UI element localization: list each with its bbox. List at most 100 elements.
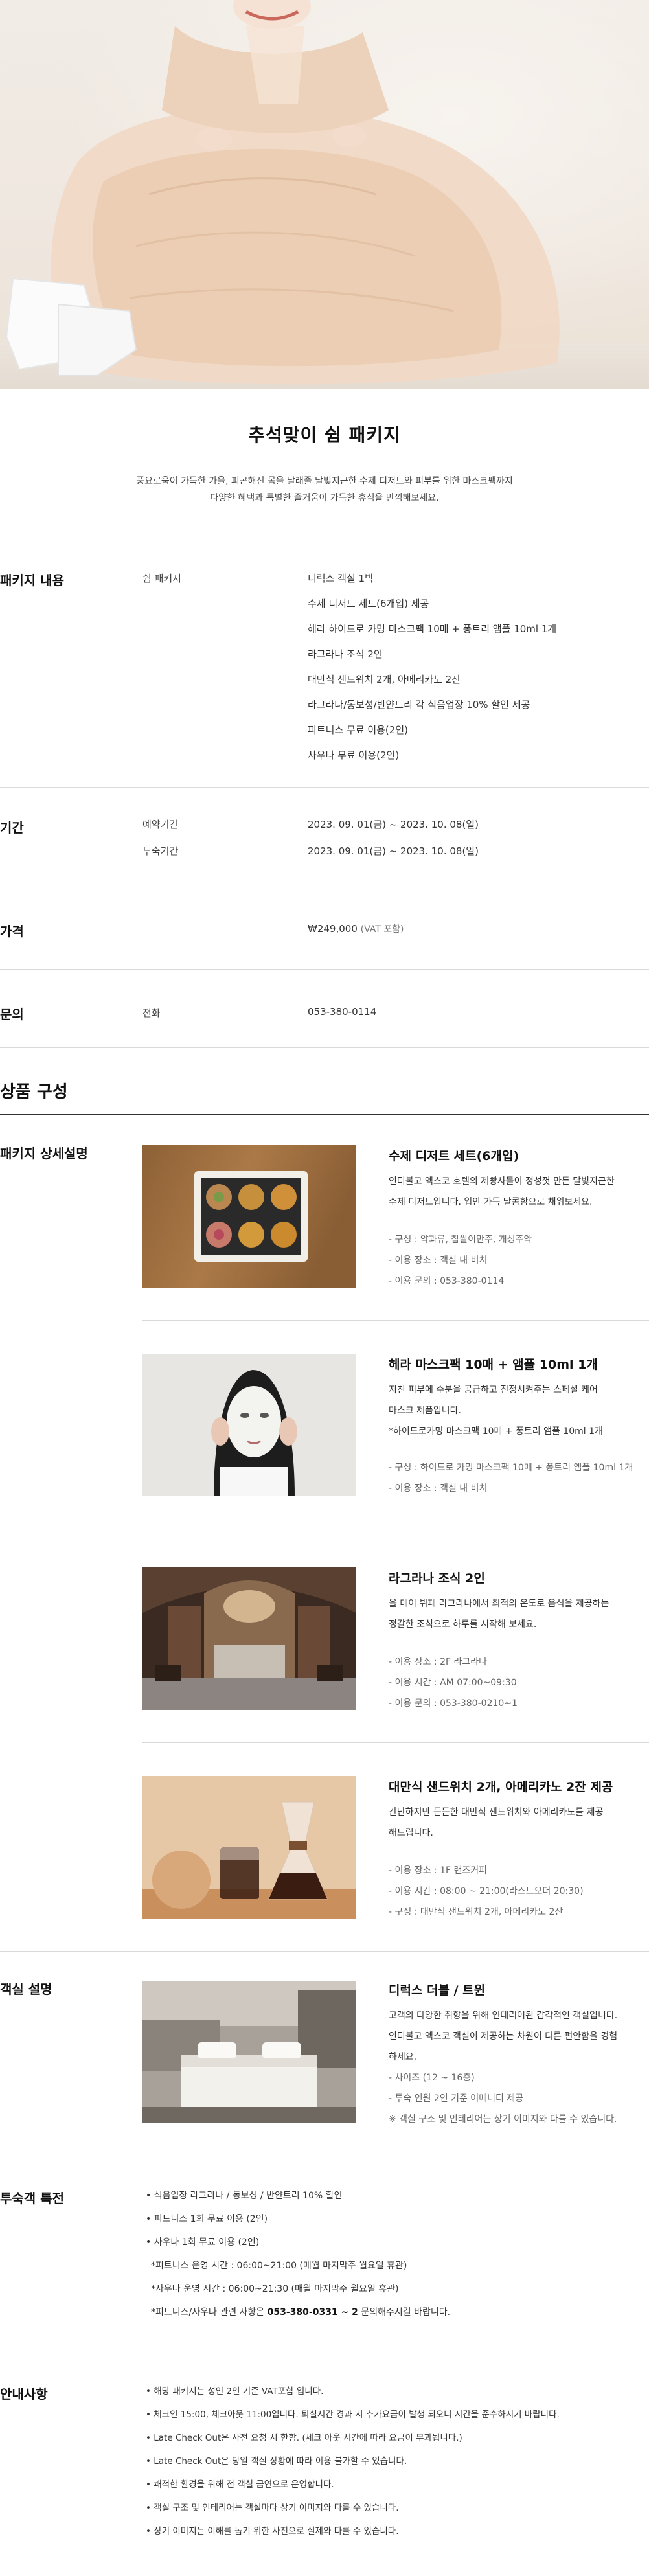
hanbok-model-illustration: [5, 0, 560, 385]
benefit-contact-number: 053-380-0331 ~ 2: [267, 2307, 358, 2318]
notice-list: • 해당 패키지는 성인 2인 기준 VAT포함 입니다. • 체크인 15:0…: [146, 2380, 649, 2543]
divider: [0, 969, 649, 970]
product-desc: 올 데이 뷔페 라그라나에서 최적의 온도로 음식을 제공하는 정갈한 조식으로…: [389, 1593, 649, 1635]
package-item: 라그라나 조식 2인: [308, 648, 383, 660]
notice-item: • Late Check Out은 당일 객실 상황에 따라 이용 불가할 수 …: [146, 2456, 407, 2467]
divider: [0, 787, 649, 788]
product-details: - 구성 : 하이드로 카밍 마스크팩 10매 + 퐁트리 앰플 10ml 1개…: [389, 1457, 649, 1499]
product-desc-line: 올 데이 뷔페 라그라나에서 최적의 온도로 음식을 제공하는: [389, 1599, 609, 1609]
notice-item: • 쾌적한 환경을 위해 전 객실 금연으로 운영합니다.: [146, 2479, 334, 2490]
package-sub-label: 쉼 패키지: [142, 573, 181, 584]
benefit-item: • 사우나 1회 무료 이용 (2인): [146, 2237, 260, 2248]
product-detail-line: - 이용 시간 : 08:00 ~ 21:00(라스트오더 20:30): [389, 1886, 584, 1897]
product-desc: 인터불고 엑스코 호텔의 제빵사들이 정성껏 만든 달빛지근한 수제 디저트입니…: [389, 1171, 649, 1213]
benefit-contact-suffix: 문의해주시길 바랍니다.: [358, 2307, 451, 2318]
notice-item: • 상기 이미지는 이해를 돕기 위한 사진으로 실제와 다를 수 있습니다.: [146, 2526, 399, 2536]
product-title: 헤라 마스크팩 10매 + 앰플 10ml 1개: [389, 1358, 598, 1372]
mask-pack-image: [142, 1354, 356, 1496]
product-detail-line: - 이용 문의 : 053-380-0210~1: [389, 1698, 518, 1709]
price-value: ₩249,000 (VAT 포함): [308, 922, 404, 935]
page-title: 추석맞이 쉼 패키지: [248, 424, 401, 446]
room-desc-line: 인터불고 엑스코 객실이 제공하는 차원이 다른 편안함을 경험: [389, 2031, 618, 2042]
product-title: 대만식 샌드위치 2개, 아메리카노 2잔 제공: [389, 1780, 613, 1794]
price-vat: (VAT 포함): [360, 924, 404, 935]
stay-period-label: 투숙기간: [142, 845, 179, 857]
product-detail-line: - 이용 장소 : 2F 라그라나: [389, 1657, 488, 1667]
product-detail-line: - 이용 시간 : AM 07:00~09:30: [389, 1678, 517, 1688]
product-detail-line: - 구성 : 약과류, 찹쌀이만주, 개성주악: [389, 1235, 532, 1245]
benefit-item: • 피트니스 1회 무료 이용 (2인): [146, 2214, 268, 2224]
room-detail-line: ※ 객실 구조 및 인테리어는 상기 이미지와 다를 수 있습니다.: [389, 2114, 617, 2125]
divider: [0, 1951, 649, 1952]
title-block: 추석맞이 쉼 패키지 풍요로움이 가득한 가을, 피곤해진 몸을 달래줄 달빛지…: [0, 389, 649, 536]
product-desc-line: 인터불고 엑스코 호텔의 제빵사들이 정성껏 만든 달빛지근한: [389, 1176, 615, 1187]
product-desc: 간단하지만 든든한 대만식 샌드위치와 아메리카노를 제공 해드립니다.: [389, 1802, 649, 1843]
hero-image: [0, 0, 649, 389]
product-title: 라그라나 조식 2인: [389, 1571, 485, 1586]
divider: [142, 1320, 649, 1321]
inquiry-phone: 053-380-0114: [308, 1006, 377, 1018]
package-label: 패키지 내용: [0, 573, 64, 588]
room-detail-line: - 투숙 인원 2인 기준 어메니티 제공: [389, 2093, 524, 2104]
package-detail-label: 패키지 상세설명: [0, 1146, 88, 1161]
room-desc-line: 고객의 다양한 취향을 위해 인테리어된 감각적인 객실입니다.: [389, 2011, 618, 2021]
coffee-image: [142, 1776, 356, 1919]
room-desc: 고객의 다양한 취향을 위해 인테리어된 감각적인 객실입니다. 인터불고 엑스…: [389, 2005, 649, 2068]
benefit-note: *피트니스 운영 시간 : 06:00~21:00 (매월 마지막주 월요일 휴…: [151, 2261, 407, 2271]
benefits-list: • 식음업장 라그라나 / 동보성 / 반얀트리 10% 할인 • 피트니스 1…: [146, 2184, 649, 2324]
room-label: 객실 설명: [0, 1981, 52, 1997]
benefit-contact-prefix: *피트니스/사우나 관련 사항은: [151, 2307, 268, 2318]
product-details: - 구성 : 약과류, 찹쌀이만주, 개성주악 - 이용 장소 : 객실 내 비…: [389, 1229, 649, 1292]
inquiry-sub-label: 전화: [142, 1007, 161, 1019]
product-detail-line: - 구성 : 대만식 샌드위치 2개, 아메리카노 2잔: [389, 1907, 564, 1917]
divider: [142, 1742, 649, 1743]
package-item: 수제 디저트 세트(6개입) 제공: [308, 598, 429, 610]
product-desc-line: 지친 피부에 수분을 공급하고 진정시켜주는 스페셜 케어: [389, 1385, 598, 1395]
notice-item: • 객실 구조 및 인테리어는 객실마다 상기 이미지와 다를 수 있습니다.: [146, 2503, 399, 2513]
notice-label: 안내사항: [0, 2386, 48, 2402]
package-item: 라그라나/동보성/반얀트리 각 식음업장 10% 할인 제공: [308, 699, 530, 711]
package-item: 대만식 샌드위치 2개, 아메리카노 2잔: [308, 674, 461, 685]
product-details: - 이용 장소 : 1F 랜즈커피 - 이용 시간 : 08:00 ~ 21:0…: [389, 1860, 649, 1922]
room-image: [142, 1981, 356, 2123]
product-title: 수제 디저트 세트(6개입): [389, 1149, 519, 1163]
period-label: 기간: [0, 820, 24, 836]
description-line-2: 다양한 혜택과 특별한 즐거움이 가득한 휴식을 만끽해보세요.: [210, 493, 439, 503]
benefit-contact: *피트니스/사우나 관련 사항은 053-380-0331 ~ 2 문의해주시길…: [146, 2301, 649, 2324]
notice-item: • 체크인 15:00, 체크아웃 11:00입니다. 퇴실시간 경과 시 추가…: [146, 2410, 560, 2420]
product-details: - 이용 장소 : 2F 라그라나 - 이용 시간 : AM 07:00~09:…: [389, 1652, 649, 1714]
product-desc-line: 정갈한 조식으로 하루를 시작해 보세요.: [389, 1619, 537, 1630]
package-item: 피트니스 무료 이용(2인): [308, 724, 408, 736]
room-detail-line: - 사이즈 (12 ~ 16층): [389, 2073, 475, 2083]
inquiry-label: 문의: [0, 1007, 24, 1022]
description-line-1: 풍요로움이 가득한 가을, 피곤해진 몸을 달래줄 달빛지근한 수제 디저트와 …: [136, 476, 513, 486]
notice-item: • Late Check Out은 사전 요청 시 한함. (체크 아웃 시간에…: [146, 2433, 462, 2443]
product-desc-line: 마스크 제품입니다.: [389, 1406, 461, 1416]
product-detail-line: - 이용 장소 : 1F 랜즈커피: [389, 1865, 488, 1876]
product-desc-line: *하이드로카밍 마스크팩 10매 + 퐁트리 앰플 10ml 1개: [389, 1426, 603, 1437]
price-label: 가격: [0, 924, 24, 939]
benefit-note: *사우나 운영 시간 : 06:00~21:30 (매월 마지막주 월요일 휴관…: [151, 2284, 399, 2294]
benefit-item: • 식음업장 라그라나 / 동보성 / 반얀트리 10% 할인: [146, 2191, 343, 2201]
stay-period-value: 2023. 09. 01(금) ~ 2023. 10. 08(일): [308, 845, 479, 857]
room-desc-line: 하세요.: [389, 2052, 417, 2062]
product-detail-line: - 구성 : 하이드로 카밍 마스크팩 10매 + 퐁트리 앰플 10ml 1개: [389, 1463, 633, 1473]
product-desc-line: 간단하지만 든든한 대만식 샌드위치와 아메리카노를 제공: [389, 1807, 604, 1818]
reservation-period-value: 2023. 09. 01(금) ~ 2023. 10. 08(일): [308, 819, 479, 830]
dessert-set-image: [142, 1145, 356, 1288]
room-details: - 사이즈 (12 ~ 16층) - 투숙 인원 2인 기준 어메니티 제공 ※…: [389, 2068, 649, 2130]
reservation-period-label: 예약기간: [142, 819, 179, 830]
product-detail-line: - 이용 장소 : 객실 내 비치: [389, 1255, 488, 1266]
product-detail-line: - 이용 문의 : 053-380-0114: [389, 1276, 505, 1286]
package-item: 사우나 무료 이용(2인): [308, 749, 400, 761]
notice-item: • 해당 패키지는 성인 2인 기준 VAT포함 입니다.: [146, 2386, 324, 2397]
product-desc: 지친 피부에 수분을 공급하고 진정시켜주는 스페셜 케어 마스크 제품입니다.…: [389, 1380, 649, 1442]
price-amount: ₩249,000: [308, 923, 358, 935]
composition-title: 상품 구성: [0, 1082, 68, 1102]
package-item: 헤라 하이드로 카밍 마스크팩 10매 + 퐁트리 앰플 10ml 1개: [308, 623, 557, 635]
divider: [0, 1047, 649, 1048]
package-item: 디럭스 객실 1박: [308, 573, 374, 584]
section-divider: [0, 1114, 649, 1115]
product-desc-line: 수제 디저트입니다. 입안 가득 달콤함으로 채워보세요.: [389, 1197, 593, 1207]
product-desc-line: 해드립니다.: [389, 1828, 433, 1838]
